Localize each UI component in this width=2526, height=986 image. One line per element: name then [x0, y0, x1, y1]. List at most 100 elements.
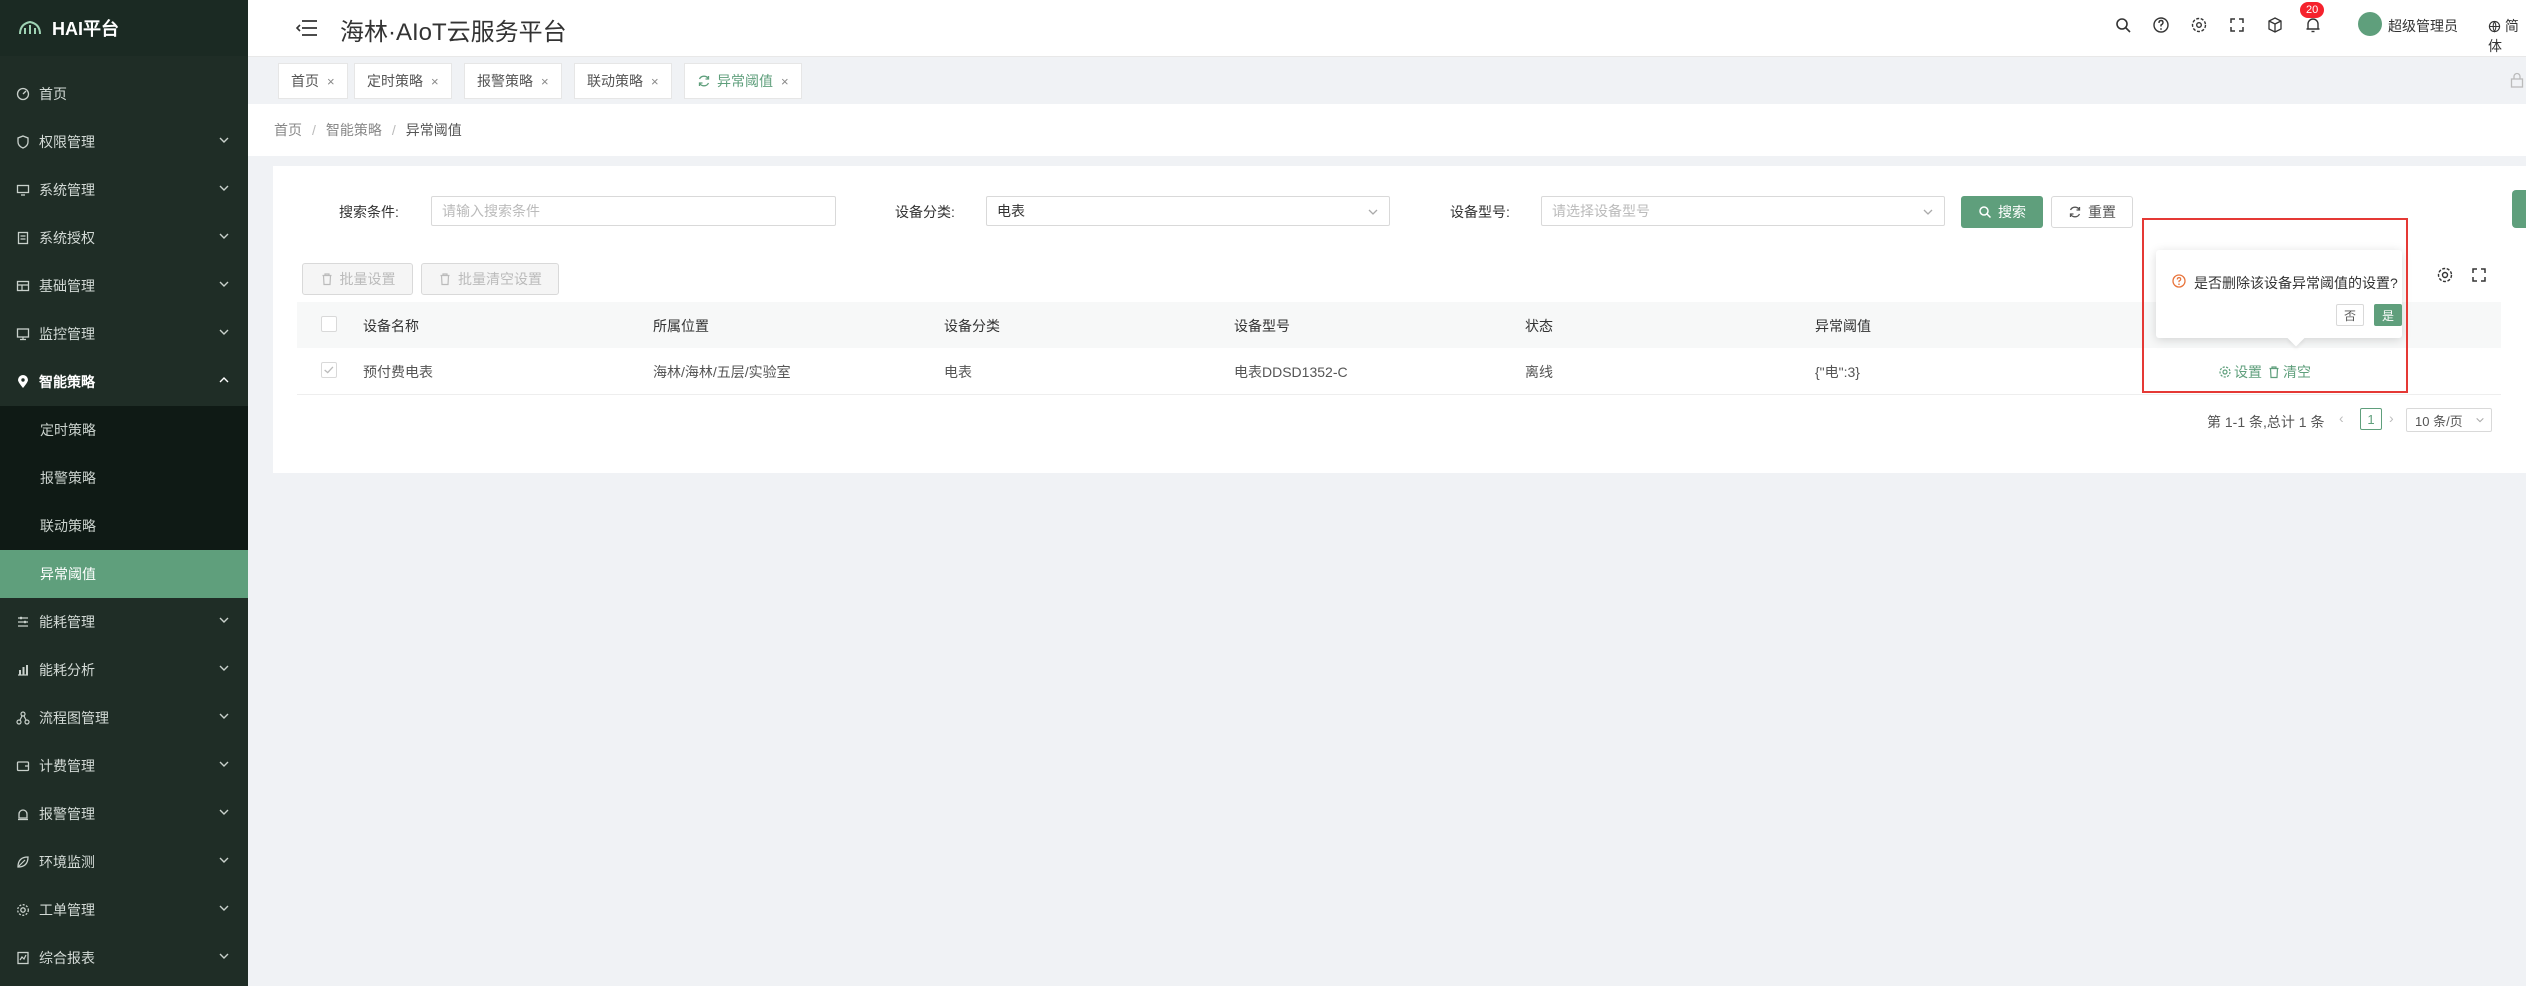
row-clear-link[interactable]: 清空	[2267, 362, 2311, 382]
sidebar-item-alarm[interactable]: 报警管理	[0, 790, 248, 838]
close-icon[interactable]: ×	[651, 74, 659, 89]
sidebar-item-home[interactable]: 首页	[0, 70, 248, 118]
search-button-label: 搜索	[1998, 204, 2026, 220]
breadcrumb-separator: /	[391, 122, 396, 138]
batch-set-button[interactable]: 批量设置	[302, 263, 413, 295]
sidebar-item-label: 报警管理	[39, 806, 95, 822]
page-size-select[interactable]: 10 条/页	[2406, 408, 2492, 432]
reset-button-label: 重置	[2088, 204, 2116, 220]
refresh-icon[interactable]	[697, 74, 711, 88]
breadcrumb-item-home[interactable]: 首页	[274, 120, 302, 140]
language-switcher[interactable]: 简体	[2488, 16, 2526, 56]
cell-threshold: {"电":3}	[1815, 364, 1860, 380]
breadcrumb: 首页 / 智能策略 / 异常阈值	[248, 104, 2526, 156]
delete-icon	[440, 273, 450, 286]
menu: 首页 权限管理 系统管理 系统授权 基础管理 监控管理 智能策略 定时策略 报警…	[0, 56, 248, 982]
sidebar-subitem-timed-strategy[interactable]: 定时策略	[0, 406, 248, 454]
menu-collapse-icon[interactable]	[296, 18, 318, 38]
page-number-button[interactable]: 1	[2360, 408, 2382, 430]
sidebar-item-label: 智能策略	[39, 374, 95, 390]
fullscreen-icon[interactable]	[2228, 16, 2246, 34]
sidebar-item-authorization[interactable]: 系统授权	[0, 214, 248, 262]
bell-icon[interactable]	[2304, 16, 2322, 34]
sidebar-item-label: 系统管理	[39, 182, 95, 198]
reset-button[interactable]: 重置	[2051, 196, 2133, 228]
sidebar-item-label: 首页	[39, 86, 67, 102]
sidebar-item-system[interactable]: 系统管理	[0, 166, 248, 214]
next-page-button[interactable]: ›	[2389, 410, 2394, 426]
document-icon	[17, 231, 29, 245]
sidebar-item-work-order[interactable]: 工单管理	[0, 886, 248, 934]
help-icon[interactable]	[2152, 16, 2170, 34]
avatar[interactable]	[2358, 12, 2382, 36]
batch-clear-button[interactable]: 批量清空设置	[421, 263, 559, 295]
flow-icon	[16, 711, 30, 725]
search-button[interactable]: 搜索	[1961, 196, 2043, 228]
table-row[interactable]: 预付费电表 海林/海林/五层/实验室 电表 电表DDSD1352-C 离线 {"…	[297, 348, 2501, 395]
popconfirm-message: 是否删除该设备异常阈值的设置?	[2194, 275, 2398, 291]
batch-clear-label: 批量清空设置	[458, 271, 542, 287]
tab-home[interactable]: 首页 ×	[278, 63, 348, 99]
sliders-icon	[18, 616, 28, 627]
lock-icon[interactable]	[2510, 72, 2524, 88]
monitor-icon	[16, 184, 30, 196]
tab-bar: 首页 × 定时策略 × 报警策略 × 联动策略 × 异常阈值 ×	[248, 57, 2526, 104]
sidebar-subitem-linkage-strategy[interactable]: 联动策略	[0, 502, 248, 550]
close-icon[interactable]: ×	[781, 74, 789, 89]
close-icon[interactable]: ×	[327, 74, 335, 89]
popconfirm-cancel-button[interactable]: 否	[2336, 304, 2364, 326]
tab-linkage-strategy[interactable]: 联动策略 ×	[574, 63, 672, 99]
device-model-select[interactable]: 请选择设备型号	[1541, 196, 1945, 226]
chevron-down-icon	[1368, 209, 1378, 215]
sidebar-item-environment[interactable]: 环境监测	[0, 838, 248, 886]
chevron-down-icon	[2476, 417, 2484, 423]
sidebar-subitem-alarm-strategy[interactable]: 报警策略	[0, 454, 248, 502]
sidebar-subitem-abnormal-threshold[interactable]: 异常阈值	[0, 550, 248, 598]
leaf-icon	[17, 856, 29, 868]
chevron-down-icon	[219, 905, 229, 911]
sidebar-item-label: 能耗管理	[39, 614, 95, 630]
fullscreen-icon[interactable]	[2470, 266, 2488, 284]
top-header: 海林·AIoT云服务平台 20 超级管理员 简体	[248, 0, 2526, 57]
prev-page-button[interactable]: ‹	[2339, 410, 2344, 426]
theme-icon[interactable]	[2190, 16, 2208, 34]
row-set-link[interactable]: 设置	[2218, 362, 2262, 382]
select-all-checkbox[interactable]	[321, 316, 337, 332]
search-condition-label: 搜索条件:	[339, 204, 399, 220]
sidebar-item-energy[interactable]: 能耗管理	[0, 598, 248, 646]
close-icon[interactable]: ×	[541, 74, 549, 89]
search-icon[interactable]	[2114, 16, 2132, 34]
sidebar-item-energy-analysis[interactable]: 能耗分析	[0, 646, 248, 694]
row-clear-label: 清空	[2283, 364, 2311, 380]
popconfirm-confirm-button[interactable]: 是	[2374, 304, 2402, 326]
cube-icon[interactable]	[2266, 16, 2284, 34]
tab-abnormal-threshold[interactable]: 异常阈值 ×	[684, 63, 802, 99]
sidebar-item-permissions[interactable]: 权限管理	[0, 118, 248, 166]
chevron-down-icon	[219, 761, 229, 767]
tab-timed-strategy[interactable]: 定时策略 ×	[354, 63, 452, 99]
close-icon[interactable]: ×	[431, 74, 439, 89]
sidebar-item-smart-strategy[interactable]: 智能策略	[0, 358, 248, 406]
logo[interactable]: HAI平台	[0, 0, 248, 56]
search-condition-input[interactable]: 请输入搜索条件	[431, 196, 836, 226]
chevron-down-icon	[219, 137, 229, 143]
side-drawer-handle[interactable]	[2512, 190, 2526, 228]
settings-icon[interactable]	[2436, 266, 2454, 284]
sidebar-item-billing[interactable]: 计费管理	[0, 742, 248, 790]
chevron-down-icon	[1923, 209, 1933, 215]
chevron-down-icon	[219, 617, 229, 623]
sidebar: HAI平台 首页 权限管理 系统管理 系统授权 基础管理 监控管理 智能策略 定…	[0, 0, 248, 986]
user-name[interactable]: 超级管理员	[2388, 16, 2458, 36]
sidebar-item-basic[interactable]: 基础管理	[0, 262, 248, 310]
sidebar-item-reports[interactable]: 综合报表	[0, 934, 248, 982]
row-checkbox[interactable]	[321, 362, 337, 378]
sidebar-item-label: 监控管理	[39, 326, 95, 342]
device-model-placeholder: 请选择设备型号	[1552, 203, 1650, 219]
page-size-value: 10 条/页	[2415, 413, 2463, 429]
breadcrumb-item-smart-strategy[interactable]: 智能策略	[326, 120, 382, 140]
sidebar-item-monitoring[interactable]: 监控管理	[0, 310, 248, 358]
breadcrumb-current: 异常阈值	[405, 122, 462, 138]
device-category-select[interactable]: 电表	[986, 196, 1390, 226]
sidebar-item-flowchart[interactable]: 流程图管理	[0, 694, 248, 742]
tab-alarm-strategy[interactable]: 报警策略 ×	[464, 63, 562, 99]
